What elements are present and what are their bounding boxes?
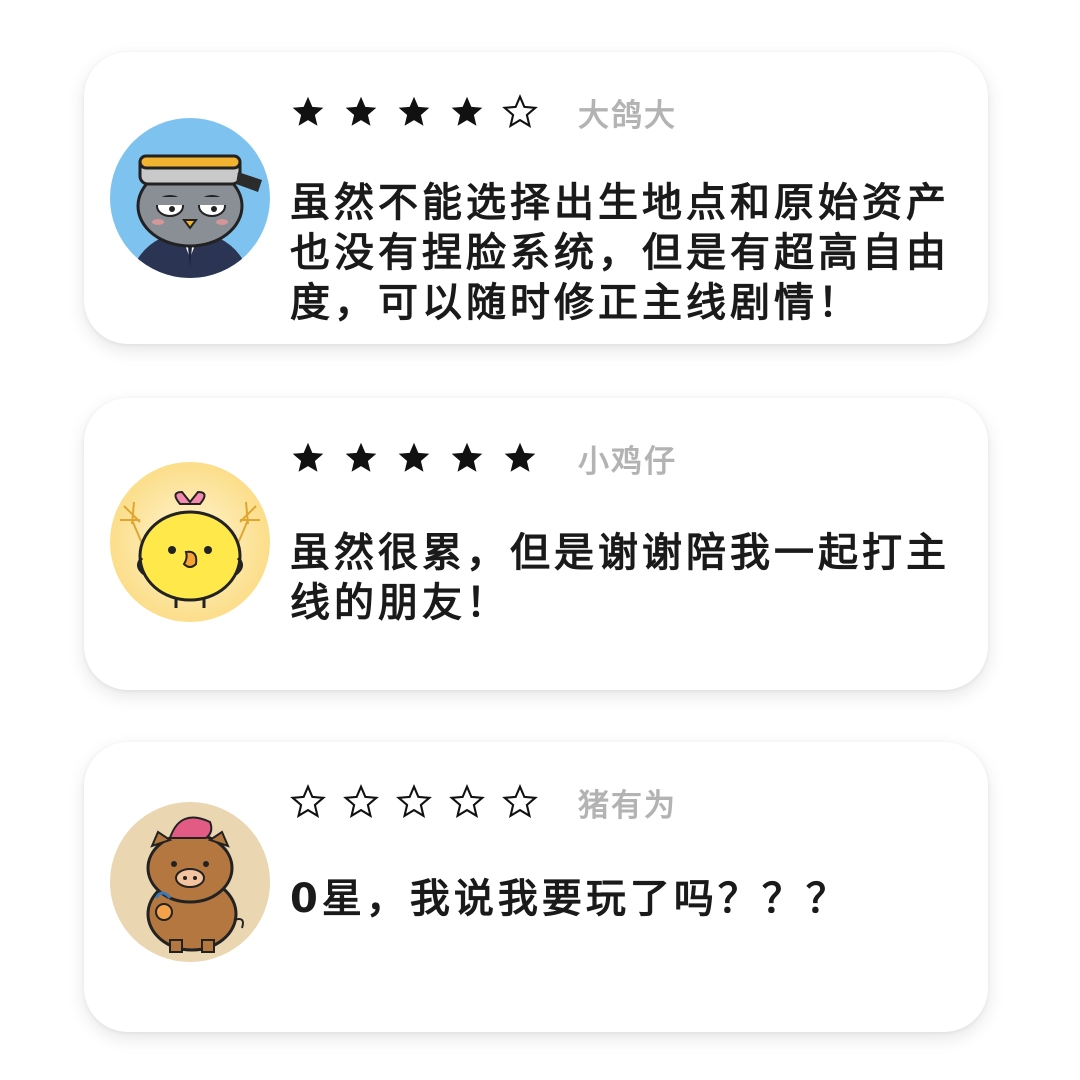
chick-with-sparklers-icon	[110, 462, 270, 622]
star-filled-icon	[292, 96, 324, 126]
star-filled-icon	[345, 96, 377, 126]
star-filled-icon	[292, 442, 324, 472]
star-rating	[290, 94, 538, 130]
review-card: 大鸽大 虽然不能选择出生地点和原始资产 也没有捏脸系统，但是有超高自由 度，可以…	[84, 52, 988, 344]
username: 猪有为	[578, 787, 677, 824]
rating-row: 猪有为	[290, 774, 677, 830]
star-empty-icon	[343, 784, 379, 818]
star-filled-icon	[345, 442, 377, 472]
star-empty-icon	[396, 784, 432, 818]
pigeon-with-hat-icon	[110, 118, 270, 278]
star-filled-icon	[451, 96, 483, 126]
star-filled-icon	[398, 96, 430, 126]
pig-with-mohawk-icon	[110, 802, 270, 962]
star-filled-icon	[398, 442, 430, 472]
review-card: 小鸡仔 虽然很累，但是谢谢陪我一起打主 线的朋友！	[84, 398, 988, 690]
star-rating	[290, 440, 538, 476]
star-empty-icon	[502, 784, 538, 818]
review-page: 大鸽大 虽然不能选择出生地点和原始资产 也没有捏脸系统，但是有超高自由 度，可以…	[0, 0, 1080, 1080]
rating-row: 大鸽大	[290, 84, 677, 140]
review-text: 虽然不能选择出生地点和原始资产 也没有捏脸系统，但是有超高自由 度，可以随时修正…	[290, 180, 950, 326]
review-text: 0星，我说我要玩了吗？？？	[290, 876, 850, 922]
username: 大鸽大	[578, 97, 677, 134]
review-text: 虽然很累，但是谢谢陪我一起打主 线的朋友！	[290, 530, 950, 626]
star-rating	[290, 784, 538, 820]
username: 小鸡仔	[578, 443, 677, 480]
star-filled-icon	[451, 442, 483, 472]
review-card: 猪有为 0星，我说我要玩了吗？？？	[84, 742, 988, 1032]
star-empty-icon	[290, 784, 326, 818]
star-empty-icon	[502, 94, 538, 128]
rating-row: 小鸡仔	[290, 430, 677, 486]
star-empty-icon	[449, 784, 485, 818]
star-filled-icon	[504, 442, 536, 472]
